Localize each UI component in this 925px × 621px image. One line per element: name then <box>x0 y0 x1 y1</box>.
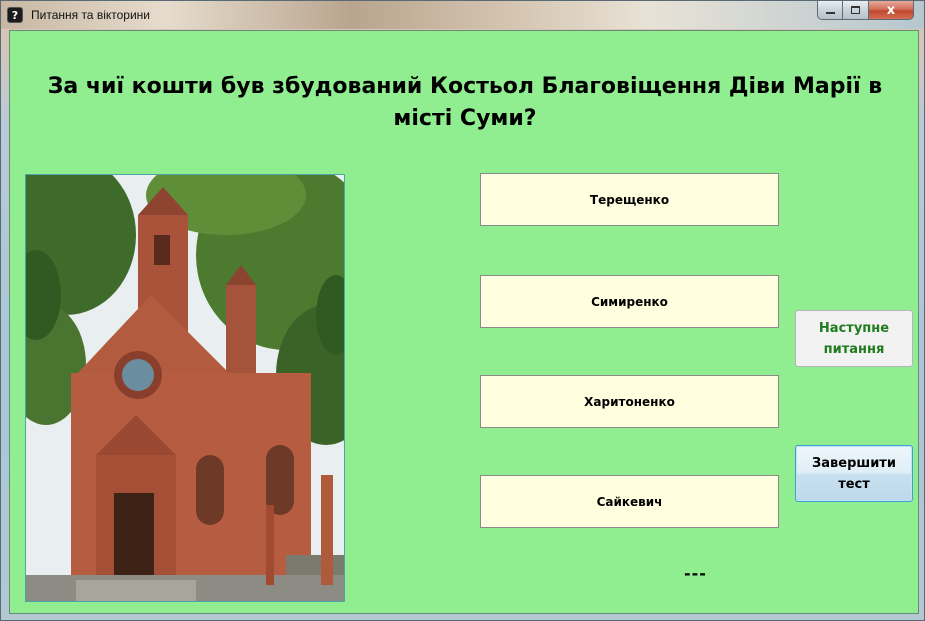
question-image <box>25 174 345 602</box>
app-icon[interactable]: ? <box>7 7 23 23</box>
maximize-icon <box>851 6 860 14</box>
question-text: За чиї кошти був збудований Костьол Благ… <box>47 74 883 131</box>
quiz-panel: За чиї кошти був збудований Костьол Благ… <box>9 30 919 614</box>
finish-test-button[interactable]: Завершити тест <box>795 445 913 502</box>
minimize-button[interactable] <box>817 1 843 20</box>
answer-option-3[interactable]: Харитоненко <box>480 375 779 428</box>
title-bar[interactable]: ? Питання та вікторини x <box>1 1 924 29</box>
window-controls: x <box>817 1 914 21</box>
status-text: --- <box>684 564 707 583</box>
next-question-button[interactable]: Наступне питання <box>795 310 913 367</box>
window-title: Питання та вікторини <box>31 8 150 22</box>
maximize-button[interactable] <box>843 1 869 20</box>
answer-option-4[interactable]: Сайкевич <box>480 475 779 528</box>
close-icon: x <box>886 2 896 18</box>
app-icon-glyph: ? <box>11 8 19 22</box>
church-photo-icon <box>26 175 344 601</box>
answer-option-1[interactable]: Терещенко <box>480 173 779 226</box>
minimize-icon <box>825 12 835 14</box>
answer-option-2[interactable]: Симиренко <box>480 275 779 328</box>
app-window: ? Питання та вікторини x За чиї кошти бу… <box>0 0 925 621</box>
close-button[interactable]: x <box>869 1 914 20</box>
